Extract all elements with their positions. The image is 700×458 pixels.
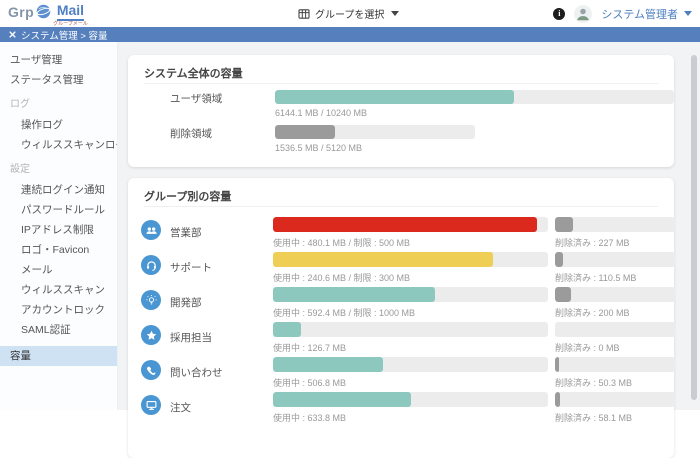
usage-caption: 使用中 : 633.8 MB: [273, 411, 346, 424]
user-area-caption: 6144.1 MB / 10240 MB: [275, 108, 367, 118]
deleted-bar-fill: [555, 357, 559, 372]
usage-bar: [273, 252, 548, 267]
group-select-dropdown[interactable]: グループを選択: [298, 6, 399, 21]
sidebar-section-log: ログ: [0, 95, 117, 115]
sidebar-item-operation-log[interactable]: 操作ログ: [0, 115, 117, 135]
usage-caption: 使用中 : 480.1 MB / 制限 : 500 MB: [273, 236, 410, 249]
usage-bar: [273, 392, 548, 407]
deleted-area-bar-fill: [275, 125, 335, 139]
deleted-bar-fill: [555, 252, 563, 267]
sidebar-item-virus-scan-log[interactable]: ウィルススキャンログ: [0, 135, 117, 155]
divider: [144, 206, 658, 207]
account-name: システム管理者: [601, 6, 678, 22]
app-logo[interactable]: Grp Mail グループメール: [8, 3, 88, 27]
usage-bar: [273, 357, 548, 372]
star-icon: [141, 325, 161, 345]
usage-bar: [273, 322, 548, 337]
deleted-area-label: 削除領域: [170, 126, 212, 141]
account-menu[interactable]: システム管理者: [601, 6, 692, 22]
sidebar: ユーザ管理 ステータス管理 ログ 操作ログ ウィルススキャンログ 設定 連続ログ…: [0, 42, 118, 410]
top-header: Grp Mail グループメール グループを選択 i システム管理者: [0, 0, 700, 27]
sidebar-item-ip-restriction[interactable]: IPアドレス制限: [0, 220, 117, 240]
info-icon[interactable]: i: [553, 8, 565, 20]
usage-bar-fill: [273, 287, 435, 302]
sidebar-item-saml-auth[interactable]: SAML認証: [0, 320, 117, 340]
sidebar-item-login-notification[interactable]: 連続ログイン通知: [0, 180, 117, 200]
deleted-bar-fill: [555, 392, 560, 407]
deleted-bar: [555, 392, 675, 407]
group-select-label: グループを選択: [315, 6, 384, 21]
tools-icon: [8, 30, 17, 39]
monitor-icon: [141, 395, 161, 415]
lightbulb-icon: [141, 290, 161, 310]
deleted-caption: 削除済み : 110.5 MB: [555, 271, 636, 284]
logo-text-grp: Grp: [8, 3, 34, 21]
deleted-area-bar: [275, 125, 475, 139]
group-name: サポート: [170, 260, 212, 275]
headset-icon: [141, 255, 161, 275]
chevron-down-icon: [684, 11, 692, 16]
group-capacity-card: グループ別の容量 営業部 使用中 : 480.1 MB / 制限 : 500 M…: [128, 178, 674, 458]
deleted-bar: [555, 252, 675, 267]
usage-bar: [273, 217, 548, 232]
deleted-bar: [555, 357, 675, 372]
usage-bar-fill: [273, 322, 301, 337]
group-capacity-title: グループ別の容量: [144, 188, 231, 204]
usage-caption: 使用中 : 592.4 MB / 制限 : 1000 MB: [273, 306, 415, 319]
group-name: 営業部: [170, 225, 202, 240]
sidebar-item-user-management[interactable]: ユーザ管理: [0, 50, 117, 70]
deleted-caption: 削除済み : 58.1 MB: [555, 411, 632, 424]
user-area-bar: [275, 90, 674, 104]
sidebar-item-password-rule[interactable]: パスワードルール: [0, 200, 117, 220]
deleted-area-caption: 1536.5 MB / 5120 MB: [275, 143, 362, 153]
breadcrumb: システム管理 > 容量: [0, 27, 700, 42]
user-area-bar-fill: [275, 90, 514, 104]
breadcrumb-text: システム管理 > 容量: [21, 28, 108, 42]
deleted-bar: [555, 217, 675, 232]
user-area-label: ユーザ領域: [170, 91, 222, 106]
usage-bar-fill: [273, 252, 493, 267]
sidebar-item-account-lock[interactable]: アカウントロック: [0, 300, 117, 320]
deleted-bar: [555, 287, 675, 302]
grid-icon: [298, 8, 310, 20]
deleted-caption: 削除済み : 0 MB: [555, 341, 620, 354]
group-name: 採用担当: [170, 330, 212, 345]
system-capacity-title: システム全体の容量: [144, 65, 243, 81]
group-name: 注文: [170, 400, 191, 415]
deleted-bar-fill: [555, 217, 573, 232]
divider: [144, 83, 658, 84]
usage-bar: [273, 287, 548, 302]
people-icon: [141, 220, 161, 240]
chevron-down-icon: [391, 11, 399, 16]
usage-caption: 使用中 : 126.7 MB: [273, 341, 346, 354]
deleted-bar: [555, 322, 675, 337]
usage-caption: 使用中 : 506.8 MB: [273, 376, 346, 389]
logo-text-mail: Mail: [57, 3, 84, 21]
group-name: 問い合わせ: [170, 365, 223, 380]
deleted-caption: 削除済み : 50.3 MB: [555, 376, 632, 389]
avatar[interactable]: [574, 5, 592, 23]
deleted-caption: 削除済み : 227 MB: [555, 236, 630, 249]
system-capacity-card: システム全体の容量 ユーザ領域 6144.1 MB / 10240 MB 削除領…: [128, 55, 674, 167]
usage-bar-fill: [273, 357, 383, 372]
phone-icon: [141, 360, 161, 380]
sidebar-item-mail[interactable]: メール: [0, 260, 117, 280]
main-content: システム全体の容量 ユーザ領域 6144.1 MB / 10240 MB 削除領…: [118, 42, 700, 410]
sidebar-item-logo-favicon[interactable]: ロゴ・Favicon: [0, 240, 117, 260]
usage-bar-fill: [273, 217, 537, 232]
scrollbar-thumb[interactable]: [691, 55, 697, 400]
usage-bar-fill: [273, 392, 411, 407]
deleted-caption: 削除済み : 200 MB: [555, 306, 630, 319]
sidebar-section-settings: 設定: [0, 160, 117, 180]
group-name: 開発部: [170, 295, 202, 310]
sidebar-item-capacity[interactable]: 容量: [0, 346, 117, 366]
globe-icon: [35, 3, 52, 20]
sidebar-item-status-management[interactable]: ステータス管理: [0, 70, 117, 90]
usage-caption: 使用中 : 240.6 MB / 制限 : 300 MB: [273, 271, 410, 284]
sidebar-item-virus-scan[interactable]: ウィルススキャン: [0, 280, 117, 300]
deleted-bar-fill: [555, 287, 571, 302]
